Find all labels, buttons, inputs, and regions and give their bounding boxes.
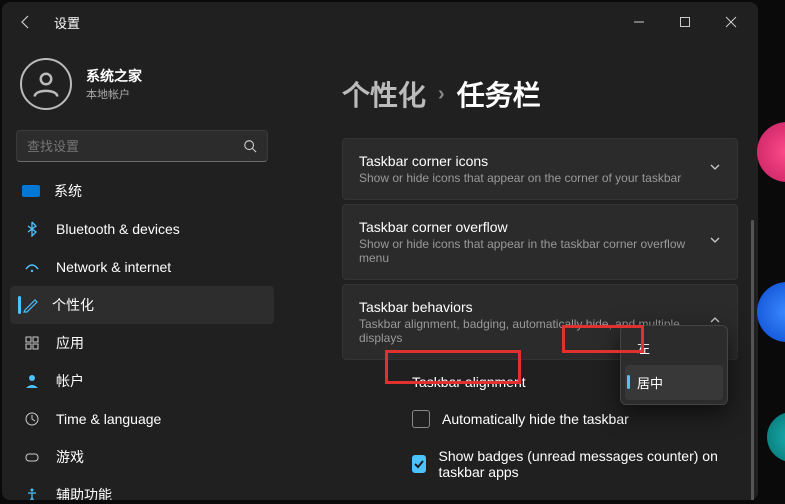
maximize-button[interactable]	[662, 2, 708, 42]
nav-label: 个性化	[52, 295, 94, 315]
bluetooth-icon	[22, 219, 42, 239]
nav-list: 系统 Bluetooth & devices Network & interne…	[10, 172, 274, 500]
apps-icon	[22, 333, 42, 353]
nav-label: Time & language	[56, 411, 161, 427]
nav-accessibility[interactable]: 辅助功能	[10, 476, 274, 500]
chevron-down-icon	[709, 160, 721, 178]
search-input[interactable]	[27, 139, 243, 154]
scrollbar[interactable]	[751, 220, 754, 500]
setting-show-badges[interactable]: Show badges (unread messages counter) on…	[342, 438, 738, 490]
nav-label: 系统	[54, 181, 82, 201]
nav-label: Network & internet	[56, 259, 171, 275]
breadcrumb-current: 任务栏	[457, 74, 541, 114]
checkbox-checked[interactable]	[412, 455, 426, 473]
nav-time-language[interactable]: Time & language	[10, 400, 274, 438]
search-box[interactable]	[16, 130, 268, 162]
checkbox-unchecked[interactable]	[412, 410, 430, 428]
accessibility-icon	[22, 485, 42, 500]
card-title: Taskbar corner icons	[359, 153, 697, 169]
card-corner-icons[interactable]: Taskbar corner icons Show or hide icons …	[342, 138, 738, 200]
titlebar: 设置	[2, 2, 758, 42]
card-corner-overflow[interactable]: Taskbar corner overflow Show or hide ico…	[342, 204, 738, 280]
wallpaper-blob	[767, 412, 785, 462]
nav-label: 帐户	[56, 371, 84, 391]
card-title: Taskbar behaviors	[359, 299, 697, 315]
nav-system[interactable]: 系统	[10, 172, 274, 210]
personalization-icon	[22, 297, 38, 313]
nav-label: 应用	[56, 333, 84, 353]
time-icon	[22, 409, 42, 429]
nav-apps[interactable]: 应用	[10, 324, 274, 362]
network-icon	[22, 257, 42, 277]
alignment-dropdown[interactable]: 左 居中	[620, 325, 728, 405]
wallpaper-blob	[757, 282, 785, 342]
user-name: 系统之家	[86, 66, 142, 86]
nav-network[interactable]: Network & internet	[10, 248, 274, 286]
chevron-right-icon: ›	[438, 83, 445, 106]
nav-personalization[interactable]: 个性化	[10, 286, 274, 324]
accounts-icon	[22, 371, 42, 391]
breadcrumb: 个性化 › 任务栏	[342, 42, 738, 138]
nav-accounts[interactable]: 帐户	[10, 362, 274, 400]
user-type: 本地帐户	[86, 86, 142, 102]
gaming-icon	[22, 447, 42, 467]
close-button[interactable]	[708, 2, 754, 42]
window-controls	[616, 2, 754, 42]
minimize-button[interactable]	[616, 2, 662, 42]
nav-gaming[interactable]: 游戏	[10, 438, 274, 476]
card-title: Taskbar corner overflow	[359, 219, 697, 235]
chevron-down-icon	[709, 233, 721, 251]
back-button[interactable]	[6, 2, 46, 42]
search-icon	[243, 139, 257, 153]
user-section[interactable]: 系统之家 本地帐户	[10, 42, 274, 130]
dropdown-option-left[interactable]: 左	[625, 330, 723, 365]
nav-bluetooth[interactable]: Bluetooth & devices	[10, 210, 274, 248]
nav-label: 游戏	[56, 447, 84, 467]
main-content: 个性化 › 任务栏 Taskbar corner icons Show or h…	[282, 42, 758, 500]
nav-label: 辅助功能	[56, 485, 112, 500]
card-desc: Show or hide icons that appear on the co…	[359, 171, 697, 185]
system-icon	[22, 185, 40, 197]
breadcrumb-parent[interactable]: 个性化	[342, 74, 426, 114]
auto-hide-label: Automatically hide the taskbar	[442, 411, 629, 427]
wallpaper-blob	[757, 122, 785, 182]
badges-label: Show badges (unread messages counter) on…	[438, 448, 722, 480]
setting-auto-hide[interactable]: Automatically hide the taskbar	[342, 400, 738, 438]
window-title: 设置	[54, 13, 80, 32]
desktop-edge	[757, 2, 785, 504]
dropdown-option-center[interactable]: 居中	[625, 365, 723, 400]
nav-label: Bluetooth & devices	[56, 221, 180, 237]
card-desc: Show or hide icons that appear in the ta…	[359, 237, 697, 265]
sidebar: 系统之家 本地帐户 系统 Bluetooth & devices	[2, 42, 282, 500]
avatar	[20, 58, 72, 110]
